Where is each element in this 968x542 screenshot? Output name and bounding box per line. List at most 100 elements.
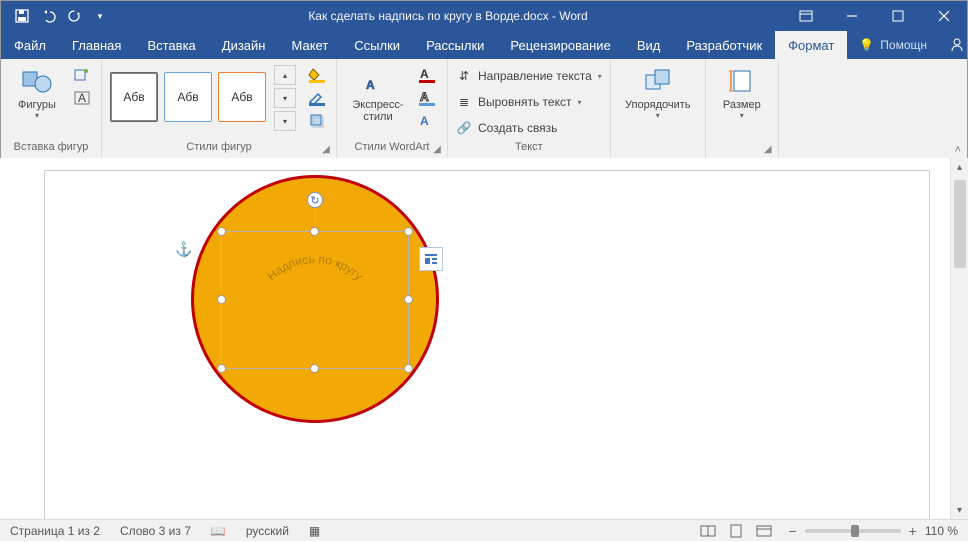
size-button[interactable]: Размер ▾ <box>714 63 770 135</box>
undo-button[interactable] <box>35 1 61 31</box>
scroll-track[interactable] <box>951 176 968 501</box>
text-direction-button[interactable]: ⇵Направление текста▾ <box>456 65 602 87</box>
edit-shape-button[interactable] <box>71 65 93 85</box>
book-icon: 📖 <box>211 524 226 538</box>
vertical-scrollbar[interactable]: ▴ ▾ <box>950 158 968 519</box>
arrange-button[interactable]: Упорядочить ▾ <box>619 63 697 135</box>
tab-file[interactable]: Файл <box>1 31 59 59</box>
scroll-thumb[interactable] <box>954 180 966 268</box>
quick-styles-button[interactable]: A Экспресс-стили <box>345 63 411 135</box>
text-outline-button[interactable]: A <box>417 88 439 108</box>
tab-mailings[interactable]: Рассылки <box>413 31 497 59</box>
tab-view[interactable]: Вид <box>624 31 674 59</box>
tell-me-label: Помощн <box>880 38 927 52</box>
align-text-button[interactable]: ≣Выровнять текст▾ <box>456 91 602 113</box>
close-button[interactable] <box>921 1 967 31</box>
tab-home[interactable]: Главная <box>59 31 134 59</box>
style-swatch-1[interactable]: Абв <box>110 72 158 122</box>
arrange-label: Упорядочить <box>625 99 690 111</box>
style-swatch-3[interactable]: Абв <box>218 72 266 122</box>
gallery-up-button[interactable]: ▴ <box>274 65 296 85</box>
page[interactable]: ⚓ Надпись по кругу ↻ <box>44 170 930 519</box>
status-proofing[interactable]: 📖 <box>201 520 236 541</box>
group-insert-shapes: Фигуры ▾ A Вставка фигур <box>1 59 102 158</box>
dialog-launcher-icon[interactable]: ◢ <box>319 142 333 156</box>
create-link-button[interactable]: 🔗Создать связь <box>456 117 602 139</box>
tab-format[interactable]: Формат <box>775 31 847 59</box>
maximize-button[interactable] <box>875 1 921 31</box>
text-effects-button[interactable]: A <box>417 111 439 131</box>
text-fill-button[interactable]: A <box>417 65 439 85</box>
resize-handle[interactable] <box>404 227 413 236</box>
wordart-icon: A <box>362 65 394 97</box>
minimize-button[interactable] <box>829 1 875 31</box>
group-size: Размер ▾ ◢ <box>706 59 779 158</box>
status-language[interactable]: русский <box>236 520 299 541</box>
group-label: Стили фигур <box>110 140 328 158</box>
tell-me[interactable]: 💡 Помощн <box>847 31 939 59</box>
shapes-icon <box>21 65 53 97</box>
resize-handle[interactable] <box>310 227 319 236</box>
resize-handle[interactable] <box>404 295 413 304</box>
zoom-slider[interactable] <box>805 529 901 533</box>
gallery-down-button[interactable]: ▾ <box>274 88 296 108</box>
resize-handle[interactable] <box>217 295 226 304</box>
style-gallery[interactable]: Абв Абв Абв ▴ ▾ ▾ <box>110 63 296 131</box>
view-buttons <box>694 520 778 541</box>
shapes-button[interactable]: Фигуры ▾ <box>9 63 65 135</box>
tab-review[interactable]: Рецензирование <box>497 31 623 59</box>
zoom-out-button[interactable]: − <box>788 523 796 539</box>
status-macro[interactable]: ▦ <box>299 520 330 541</box>
zoom-controls: − + 110 % <box>778 523 968 539</box>
page-viewport[interactable]: ⚓ Надпись по кругу ↻ <box>24 158 950 519</box>
status-page[interactable]: Страница 1 из 2 <box>0 520 110 541</box>
scroll-up-button[interactable]: ▴ <box>951 158 968 176</box>
shape-fill-button[interactable] <box>306 65 328 85</box>
tab-insert[interactable]: Вставка <box>134 31 208 59</box>
tab-design[interactable]: Дизайн <box>209 31 279 59</box>
ribbon: Фигуры ▾ A Вставка фигур Абв Абв Абв ▴ ▾… <box>1 59 967 159</box>
save-button[interactable] <box>9 1 35 31</box>
share-button[interactable] <box>939 31 968 59</box>
dialog-launcher-icon[interactable]: ◢ <box>430 142 444 156</box>
status-words[interactable]: Слово 3 из 7 <box>110 520 201 541</box>
document-area: ⚓ Надпись по кругу ↻ <box>0 158 968 519</box>
zoom-level[interactable]: 110 % <box>925 524 958 538</box>
collapse-ribbon-button[interactable]: ˄ <box>955 144 961 156</box>
gallery-more-button[interactable]: ▾ <box>274 111 296 131</box>
style-swatch-2[interactable]: Абв <box>164 72 212 122</box>
qa-customize-button[interactable]: ▾ <box>87 1 113 31</box>
redo-button[interactable] <box>61 1 87 31</box>
resize-handle[interactable] <box>217 364 226 373</box>
ribbon-display-button[interactable] <box>783 1 829 31</box>
text-box-button[interactable]: A <box>71 88 93 108</box>
tab-references[interactable]: Ссылки <box>341 31 413 59</box>
size-icon <box>726 65 758 97</box>
resize-handle[interactable] <box>217 227 226 236</box>
rotation-stem <box>315 206 316 228</box>
resize-handle[interactable] <box>310 364 319 373</box>
status-bar: Страница 1 из 2 Слово 3 из 7 📖 русский ▦… <box>0 519 968 541</box>
arrange-icon <box>642 65 674 97</box>
web-layout-button[interactable] <box>750 520 778 542</box>
selection-box[interactable]: ↻ <box>221 231 409 369</box>
zoom-thumb[interactable] <box>851 525 859 537</box>
zoom-in-button[interactable]: + <box>909 523 917 539</box>
shape-outline-button[interactable] <box>306 88 328 108</box>
dialog-launcher-icon[interactable]: ◢ <box>761 142 775 156</box>
tab-layout[interactable]: Макет <box>278 31 341 59</box>
layout-options-button[interactable] <box>419 247 443 271</box>
titlebar: ▾ Как сделать надпись по кругу в Ворде.d… <box>1 1 967 31</box>
rotation-handle[interactable]: ↻ <box>307 192 323 208</box>
chevron-down-icon: ▾ <box>577 98 581 107</box>
read-mode-button[interactable] <box>694 520 722 542</box>
resize-handle[interactable] <box>404 364 413 373</box>
vertical-ruler[interactable] <box>0 158 24 519</box>
print-layout-button[interactable] <box>722 520 750 542</box>
svg-text:A: A <box>420 114 429 128</box>
tab-developer[interactable]: Разработчик <box>673 31 775 59</box>
group-label: Стили WordArt <box>345 140 439 158</box>
shape-effects-button[interactable] <box>306 111 328 131</box>
scroll-down-button[interactable]: ▾ <box>951 501 968 519</box>
chevron-down-icon: ▾ <box>598 72 602 81</box>
